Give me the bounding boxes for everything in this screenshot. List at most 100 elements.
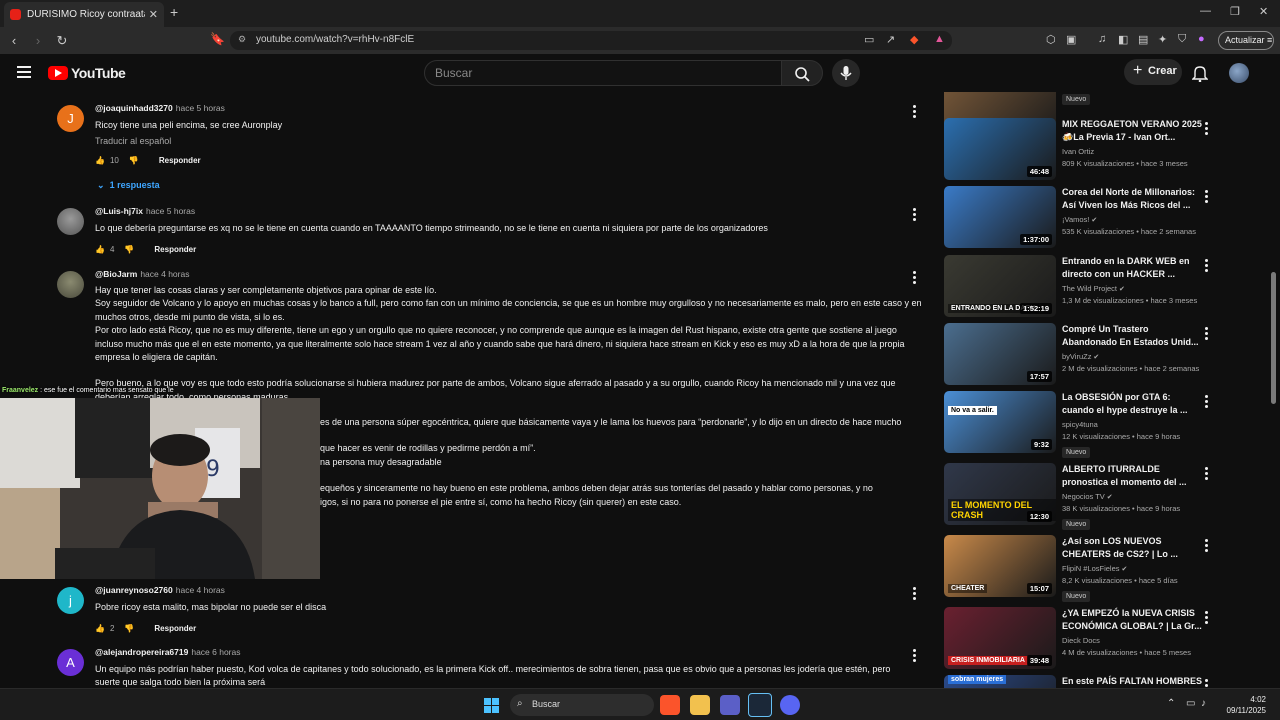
file-explorer-icon[interactable] [690, 695, 710, 715]
tab-close-icon[interactable]: ✕ [149, 8, 158, 21]
comment-time[interactable]: hace 4 horas [176, 585, 225, 595]
media-icon[interactable]: ♫ [1098, 33, 1106, 45]
split-view-icon[interactable]: ◧ [1118, 33, 1128, 46]
video-channel[interactable]: The Wild Project ✔ [1062, 284, 1202, 293]
cast-icon[interactable]: ▭ [864, 33, 874, 46]
update-button[interactable]: Actualizar ≡ [1218, 31, 1274, 50]
view-replies-button[interactable]: ⌄ 1 respuesta [97, 180, 927, 191]
address-bar[interactable]: ⚙ youtube.com/watch?v=rhHv-n8FclE [230, 31, 952, 50]
video-card[interactable]: No va a salir. 9:32 La OBSESIÓN por GTA 6:… [944, 391, 1264, 458]
comment-time[interactable]: hace 6 horas [191, 647, 240, 657]
video-thumbnail[interactable]: 1:37:00 [944, 186, 1056, 248]
comment-time[interactable]: hace 5 horas [146, 206, 195, 216]
video-menu-icon[interactable] [1205, 259, 1208, 274]
new-tab-button[interactable]: + [170, 4, 178, 20]
translate-link[interactable]: Traducir al español [95, 136, 927, 146]
comment-author[interactable]: @Luis-hj7ix [95, 206, 143, 216]
comment-author[interactable]: @juanreynoso2760 [95, 585, 173, 595]
video-channel[interactable]: Negocios TV ✔ [1062, 492, 1202, 501]
dislike-icon[interactable]: 👎 [124, 624, 134, 633]
video-menu-icon[interactable] [1205, 467, 1208, 482]
vpn-icon[interactable]: ⛉ [1178, 33, 1186, 46]
video-channel[interactable]: spicy4tuna [1062, 420, 1202, 429]
video-card[interactable]: CRISIS INMOBILIARIA 39:48 ¿YA EMPEZÓ la NU… [944, 607, 1264, 669]
avatar[interactable]: A [57, 649, 84, 676]
comment-author[interactable]: @BioJarm [95, 269, 137, 279]
notifications-bell-icon[interactable] [1192, 64, 1208, 82]
comment-menu-icon[interactable] [913, 105, 916, 120]
comment-menu-icon[interactable] [913, 587, 916, 602]
video-title[interactable]: ¿YA EMPEZÓ la NUEVA CRISIS ECONÓMICA GLO… [1062, 607, 1202, 633]
leo-icon[interactable]: ✦ [1158, 33, 1167, 46]
browser-tab[interactable]: DURISIMO Ricoy contraataca y V ✕ [4, 2, 164, 27]
share-icon[interactable]: ↗ [886, 33, 895, 46]
reload-icon[interactable]: ↻ [52, 33, 72, 49]
video-thumbnail[interactable]: CHEATER 15:07 [944, 535, 1056, 597]
video-title[interactable]: ¿Así son LOS NUEVOS CHEATERS de CS2? | L… [1062, 535, 1202, 561]
comment-time[interactable]: hace 4 horas [140, 269, 189, 279]
brave-rewards-icon[interactable]: ▲ [934, 33, 945, 45]
comment-author[interactable]: @alejandropereira6719 [95, 647, 188, 657]
site-info-icon[interactable]: ⚙ [238, 34, 246, 45]
bookmark-icon[interactable]: 🔖 [210, 32, 225, 46]
comment-menu-icon[interactable] [913, 649, 916, 664]
voice-search-button[interactable] [832, 59, 860, 87]
video-menu-icon[interactable] [1205, 611, 1208, 626]
comment-menu-icon[interactable] [913, 271, 916, 286]
video-title[interactable]: Corea del Norte de Millonarios: Así Vive… [1062, 186, 1202, 212]
menu-icon[interactable] [17, 66, 31, 81]
video-thumbnail[interactable]: No va a salir. 9:32 [944, 391, 1056, 453]
video-card[interactable]: 1:37:00 Corea del Norte de Millonarios: A… [944, 186, 1264, 248]
video-thumbnail[interactable]: ENTRANDO EN LA DARK 1:52:19 [944, 255, 1056, 317]
video-channel[interactable]: Dieck Docs [1062, 636, 1202, 645]
create-button[interactable]: + Crear [1124, 59, 1182, 85]
account-avatar[interactable] [1229, 63, 1249, 83]
video-menu-icon[interactable] [1205, 190, 1208, 205]
window-close-icon[interactable]: ✕ [1259, 5, 1268, 18]
video-thumbnail[interactable]: 46:48 [944, 118, 1056, 180]
wallet-icon[interactable]: ▤ [1138, 33, 1148, 46]
avatar[interactable]: j [57, 587, 84, 614]
video-title[interactable]: La OBSESIÓN por GTA 6: cuando el hype de… [1062, 391, 1202, 417]
comment-menu-icon[interactable] [913, 208, 916, 223]
video-channel[interactable]: Ivan Ortiz [1062, 147, 1202, 156]
reply-button[interactable]: Responder [154, 624, 196, 633]
video-channel[interactable]: byViruZz ✔ [1062, 352, 1202, 361]
brave-shields-icon[interactable]: ◆ [910, 33, 918, 46]
avatar[interactable]: J [57, 105, 84, 132]
comment-author[interactable]: @joaquinhadd3270 [95, 103, 173, 113]
reply-button[interactable]: Responder [159, 156, 201, 165]
restore-icon[interactable]: ❐ [1230, 5, 1240, 18]
like-icon[interactable]: 👍 [95, 624, 105, 633]
video-title[interactable]: Compré Un Trastero Abandonado En Estados… [1062, 323, 1202, 349]
avatar[interactable] [57, 208, 84, 235]
clock[interactable]: 4:02 09/11/2025 [1226, 694, 1266, 716]
like-icon[interactable]: 👍 [95, 156, 105, 165]
extensions-icon[interactable]: ⬡ [1046, 33, 1056, 46]
video-title[interactable]: Entrando en la DARK WEB en directo con u… [1062, 255, 1202, 281]
start-icon[interactable] [484, 698, 499, 713]
video-menu-icon[interactable] [1205, 679, 1208, 688]
video-channel[interactable]: ¡Vamos! ✔ [1062, 215, 1202, 224]
network-icon[interactable]: ▭ [1186, 698, 1195, 709]
youtube-logo[interactable]: YouTube [48, 65, 126, 81]
scrollbar[interactable] [1271, 272, 1276, 404]
brave-icon[interactable] [660, 695, 680, 715]
avatar[interactable] [57, 271, 84, 298]
teams-icon[interactable] [720, 695, 740, 715]
video-menu-icon[interactable] [1205, 395, 1208, 410]
video-card[interactable]: 17:57 Compré Un Trastero Abandonado En Es… [944, 323, 1264, 385]
video-menu-icon[interactable] [1205, 122, 1208, 137]
video-thumbnail[interactable]: sobran mujeres [944, 675, 1056, 688]
video-menu-icon[interactable] [1205, 539, 1208, 554]
volume-icon[interactable]: ♪ [1201, 698, 1206, 709]
video-thumbnail[interactable]: CRISIS INMOBILIARIA 39:48 [944, 607, 1056, 669]
search-button[interactable] [781, 60, 823, 86]
video-thumbnail[interactable]: EL MOMENTO DEL CRASH 12:30 [944, 463, 1056, 525]
steam-icon[interactable] [748, 693, 772, 717]
video-card[interactable]: 46:48 MIX REGGAETON VERANO 2025 🍻La Previ… [944, 118, 1264, 180]
back-icon[interactable]: ‹ [4, 33, 24, 48]
video-title[interactable]: ALBERTO ITURRALDE pronostica el momento … [1062, 463, 1202, 489]
dislike-icon[interactable]: 👎 [129, 156, 139, 165]
minimize-icon[interactable]: — [1200, 5, 1211, 17]
